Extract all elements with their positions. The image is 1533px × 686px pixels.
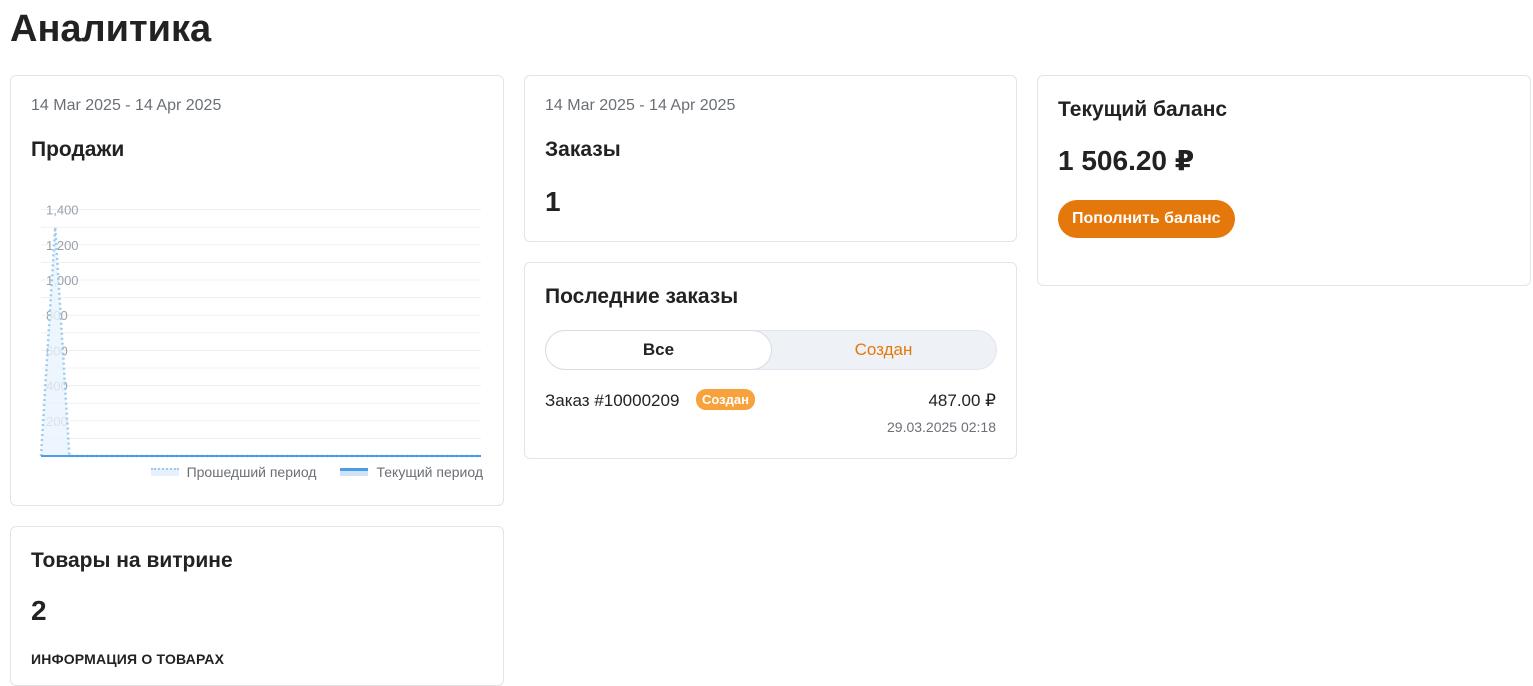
order-row[interactable]: Заказ #10000209 Создан 487.00 ₽ 29.03.20…: [545, 389, 996, 439]
sales-date-range[interactable]: 14 Mar 2025 - 14 Apr 2025: [31, 97, 221, 115]
order-amount: 487.00 ₽: [928, 391, 996, 410]
legend-label-current: Текущий период: [376, 464, 483, 480]
products-card: Товары на витрине 2 ИНФОРМАЦИЯ О ТОВАРАХ: [10, 526, 504, 686]
order-date: 29.03.2025 02:18: [887, 419, 996, 435]
orders-title: Заказы: [545, 138, 621, 161]
legend-label-previous: Прошедший период: [186, 464, 317, 480]
tab-created[interactable]: Создан: [771, 331, 996, 369]
balance-amount: 1 506.20 ₽: [1058, 145, 1195, 176]
topup-balance-button[interactable]: Пополнить баланс: [1058, 200, 1235, 238]
status-badge: Создан: [696, 389, 755, 410]
orders-date-range[interactable]: 14 Mar 2025 - 14 Apr 2025: [545, 97, 735, 115]
recent-orders-title: Последние заказы: [545, 285, 739, 308]
series-area-0: [41, 227, 481, 456]
sales-card: 14 Mar 2025 - 14 Apr 2025 Продажи 200400…: [10, 75, 504, 506]
sales-chart: 2004006008001,0001,2001,400: [39, 203, 481, 458]
products-info-heading: ИНФОРМАЦИЯ О ТОВАРАХ: [31, 651, 225, 667]
orders-card: 14 Mar 2025 - 14 Apr 2025 Заказы 1: [524, 75, 1017, 242]
order-status-tabs: Все Создан: [545, 330, 997, 370]
y-tick-label: 1,200: [46, 238, 79, 253]
page-title: Аналитика: [10, 8, 212, 50]
recent-orders-card: Последние заказы Все Создан Заказ #10000…: [524, 262, 1017, 459]
order-name[interactable]: Заказ #10000209: [545, 391, 679, 411]
products-title: Товары на витрине: [31, 549, 233, 572]
y-tick-label: 1,400: [46, 203, 79, 218]
balance-card: Текущий баланс 1 506.20 ₽ Пополнить бала…: [1037, 75, 1531, 286]
chart-legend: Прошедший период Текущий период: [135, 464, 483, 480]
tab-all[interactable]: Все: [546, 331, 771, 369]
legend-item-previous[interactable]: Прошедший период: [150, 464, 317, 480]
legend-swatch-current: [340, 468, 369, 476]
sales-title: Продажи: [31, 138, 125, 161]
series-line-0[interactable]: [39, 227, 481, 458]
balance-title: Текущий баланс: [1058, 98, 1228, 121]
legend-swatch-previous: [150, 468, 179, 476]
legend-item-current[interactable]: Текущий период: [340, 464, 483, 480]
orders-count: 1: [545, 186, 561, 217]
products-count: 2: [31, 595, 47, 626]
